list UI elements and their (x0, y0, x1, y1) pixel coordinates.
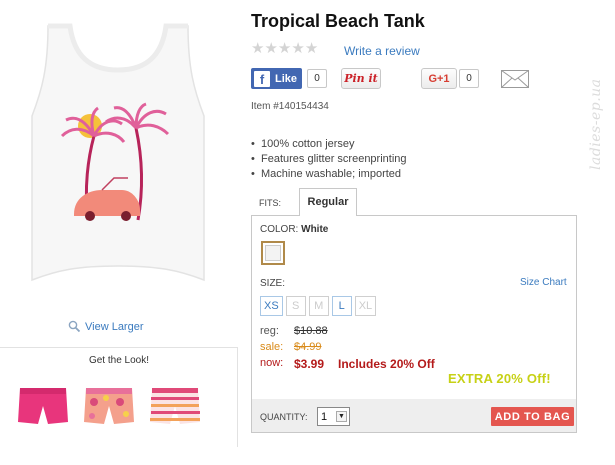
bullet-icon: • (251, 153, 255, 165)
quantity-label: QUANTITY: (260, 412, 308, 422)
swatch-fill (265, 245, 281, 261)
regular-price-label: reg: (260, 325, 279, 337)
google-plus-button[interactable]: G+1 (421, 68, 457, 89)
color-swatch-white[interactable] (261, 241, 285, 265)
look-item-pink-shorts[interactable] (14, 382, 72, 432)
write-review-link[interactable]: Write a review (344, 44, 420, 58)
magnifier-icon (68, 320, 81, 333)
feature-list: • 100% cotton jersey • Features glitter sc… (251, 137, 407, 182)
quantity-value: 1 (321, 410, 328, 423)
star-icon: ★ (304, 40, 319, 57)
feature-text: 100% cotton jersey (261, 138, 355, 150)
star-icon: ★ (291, 40, 305, 57)
size-chart-link[interactable]: Size Chart (520, 277, 567, 288)
regular-price: $10.88 (294, 325, 328, 337)
feature-item: • Machine washable; imported (251, 167, 407, 182)
view-larger-label: View Larger (85, 320, 144, 333)
facebook-like-button[interactable]: f Like (251, 68, 302, 89)
look-item-floral-shorts[interactable] (80, 382, 138, 432)
striped-shorts-image (150, 388, 200, 424)
fits-label: FITS: (259, 198, 281, 208)
tank-top-image (31, 23, 205, 282)
google-plus-count: 0 (459, 69, 479, 88)
feature-text: Machine washable; imported (261, 168, 402, 180)
extra-off-badge: EXTRA 20% Off! (448, 371, 551, 386)
quantity-bar: QUANTITY: 1 ▼ ADD TO BAG (251, 399, 577, 433)
feature-item: • Features glitter screenprinting (251, 152, 407, 167)
fits-row: FITS: Regular (251, 188, 576, 216)
color-value: White (301, 224, 329, 235)
color-label-text: COLOR: (260, 224, 299, 235)
size-m-button[interactable]: M (308, 296, 329, 316)
star-icon: ★ (264, 40, 278, 57)
item-number: Item #140154434 (251, 101, 329, 112)
pin-it-button[interactable]: Pin it (341, 68, 381, 89)
tab-regular-fit[interactable]: Regular (299, 188, 357, 216)
feature-item: • 100% cotton jersey (251, 137, 407, 152)
get-the-look-panel: Get the Look! (0, 347, 238, 447)
chevron-down-icon: ▼ (336, 411, 347, 422)
product-title: Tropical Beach Tank (251, 11, 425, 31)
size-l-button[interactable]: L (331, 296, 352, 316)
star-icon: ★ (251, 40, 265, 57)
sale-price: $4.99 (294, 341, 322, 353)
product-image[interactable] (18, 8, 218, 298)
bullet-icon: • (251, 138, 255, 150)
size-xs-button[interactable]: XS (260, 296, 283, 316)
pink-shorts-image (18, 388, 68, 424)
view-larger-link[interactable]: View Larger (68, 320, 144, 333)
star-icon: ★ (277, 40, 292, 57)
floral-shorts-image (84, 388, 134, 424)
size-label: SIZE: (260, 278, 286, 289)
now-price-label: now: (260, 357, 284, 369)
size-options: XS S M L XL (260, 296, 377, 316)
size-xl-button[interactable]: XL (354, 296, 377, 316)
feature-text: Features glitter screenprinting (261, 153, 407, 165)
email-icon[interactable] (501, 70, 529, 88)
color-label: COLOR: White (260, 224, 328, 235)
quantity-select[interactable]: 1 ▼ (317, 407, 350, 426)
now-price: $3.99 (294, 357, 325, 371)
facebook-like-label: Like (275, 72, 298, 85)
rating-stars: ★ ★ ★ ★ ★ (251, 40, 319, 57)
get-the-look-title: Get the Look! (88, 355, 150, 366)
facebook-icon: f (254, 70, 270, 87)
promo-text: Includes 20% Off (338, 357, 435, 371)
options-panel: COLOR: White SIZE: Size Chart XS S M L X… (251, 215, 577, 400)
facebook-like-count: 0 (307, 69, 327, 88)
look-item-striped-shorts[interactable] (146, 382, 204, 432)
bullet-icon: • (251, 168, 255, 180)
watermark: ladies-ep.ua (588, 78, 604, 170)
sale-price-label: sale: (260, 341, 284, 353)
size-s-button[interactable]: S (285, 296, 306, 316)
add-to-bag-button[interactable]: ADD TO BAG (491, 407, 574, 426)
